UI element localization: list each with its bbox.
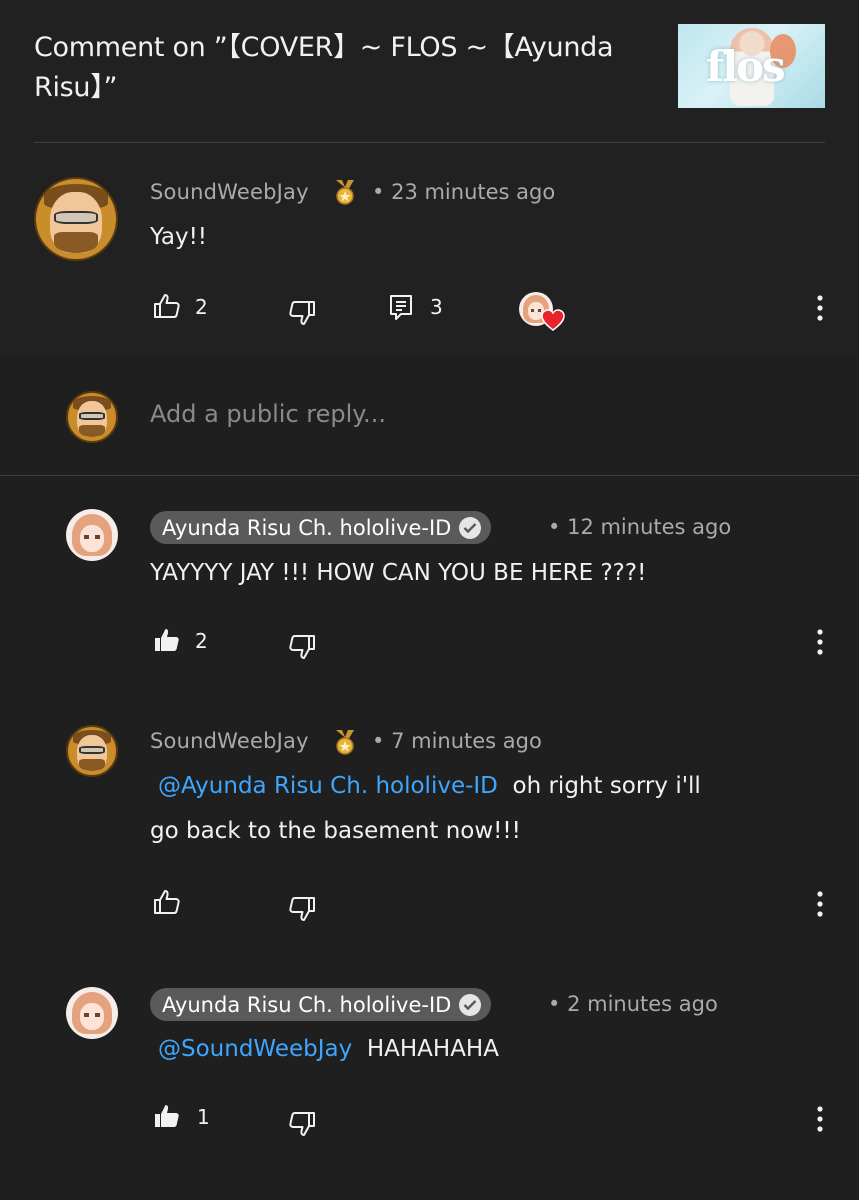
- reply-input[interactable]: Add a public reply...: [150, 400, 386, 428]
- comment-time: • 23 minutes ago: [372, 180, 555, 204]
- avatar[interactable]: [34, 177, 118, 261]
- reply-time: • 12 minutes ago: [548, 515, 731, 539]
- like-count: 1: [197, 1105, 210, 1129]
- comment-text: Yay!!: [150, 224, 208, 250]
- reply-time: • 7 minutes ago: [372, 729, 542, 753]
- reply-author: Ayunda Risu Ch. hololive-ID: [162, 515, 452, 540]
- like-count: 2: [195, 629, 208, 653]
- channel-owner-chip[interactable]: Ayunda Risu Ch. hololive-ID: [150, 511, 492, 544]
- like-icon[interactable]: [153, 889, 181, 915]
- more-options-icon[interactable]: [816, 1105, 824, 1133]
- like-filled-icon[interactable]: [153, 627, 181, 653]
- avatar[interactable]: [66, 725, 118, 777]
- reply-time-text: 7 minutes ago: [391, 729, 542, 753]
- separator-dot: •: [372, 180, 385, 204]
- reply-icon[interactable]: [389, 294, 413, 322]
- reply-text-continued: go back to the basement now!!!: [150, 818, 521, 844]
- more-options-icon[interactable]: [816, 294, 824, 322]
- like-count: 2: [195, 295, 208, 319]
- reply-time: • 2 minutes ago: [548, 992, 718, 1016]
- comment-author[interactable]: SoundWeebJay: [150, 180, 309, 204]
- reply-author[interactable]: SoundWeebJay: [150, 729, 309, 753]
- reply-text: oh right sorry i'll: [512, 773, 701, 799]
- medal-badge-icon: [333, 728, 357, 756]
- heart-icon: [541, 309, 565, 331]
- more-options-icon[interactable]: [816, 890, 824, 918]
- page-title: Comment on ”【COVER】~ FLOS ~【Ayunda Risu】…: [34, 32, 614, 103]
- reply-text: HAHAHAHA: [366, 1036, 499, 1062]
- separator-dot: •: [548, 992, 561, 1016]
- reply-count[interactable]: 3: [430, 295, 443, 319]
- dislike-icon[interactable]: [288, 896, 316, 922]
- verified-check-icon: [459, 993, 482, 1016]
- current-user-avatar: [66, 391, 118, 443]
- header-divider: [34, 142, 825, 143]
- reply-text-line: @Ayunda Risu Ch. hololive-ID oh right so…: [158, 773, 701, 799]
- comment-time-text: 23 minutes ago: [391, 180, 556, 204]
- reply-input-divider: [0, 475, 859, 476]
- thumbnail-logo: flos: [706, 42, 786, 91]
- separator-dot: •: [548, 515, 561, 539]
- avatar[interactable]: [66, 509, 118, 561]
- medal-badge-icon: [333, 178, 357, 206]
- reply-text-line: @SoundWeebJay HAHAHAHA: [158, 1036, 499, 1062]
- reply-author: Ayunda Risu Ch. hololive-ID: [162, 992, 452, 1017]
- reply-time-text: 2 minutes ago: [567, 992, 718, 1016]
- mention-link[interactable]: @SoundWeebJay: [158, 1036, 352, 1062]
- dislike-icon[interactable]: [288, 1111, 316, 1137]
- mention-link[interactable]: @Ayunda Risu Ch. hololive-ID: [158, 773, 498, 799]
- separator-dot: •: [372, 729, 385, 753]
- video-thumbnail[interactable]: flos: [678, 24, 825, 108]
- more-options-icon[interactable]: [816, 628, 824, 656]
- dislike-icon[interactable]: [288, 634, 316, 660]
- reply-text: YAYYYY JAY !!! HOW CAN YOU BE HERE ???!: [150, 560, 647, 586]
- like-filled-icon[interactable]: [153, 1103, 181, 1129]
- avatar[interactable]: [66, 987, 118, 1039]
- like-icon[interactable]: [153, 293, 181, 319]
- dislike-icon[interactable]: [288, 300, 316, 326]
- reply-time-text: 12 minutes ago: [567, 515, 732, 539]
- channel-owner-chip[interactable]: Ayunda Risu Ch. hololive-ID: [150, 988, 492, 1021]
- verified-check-icon: [459, 516, 482, 539]
